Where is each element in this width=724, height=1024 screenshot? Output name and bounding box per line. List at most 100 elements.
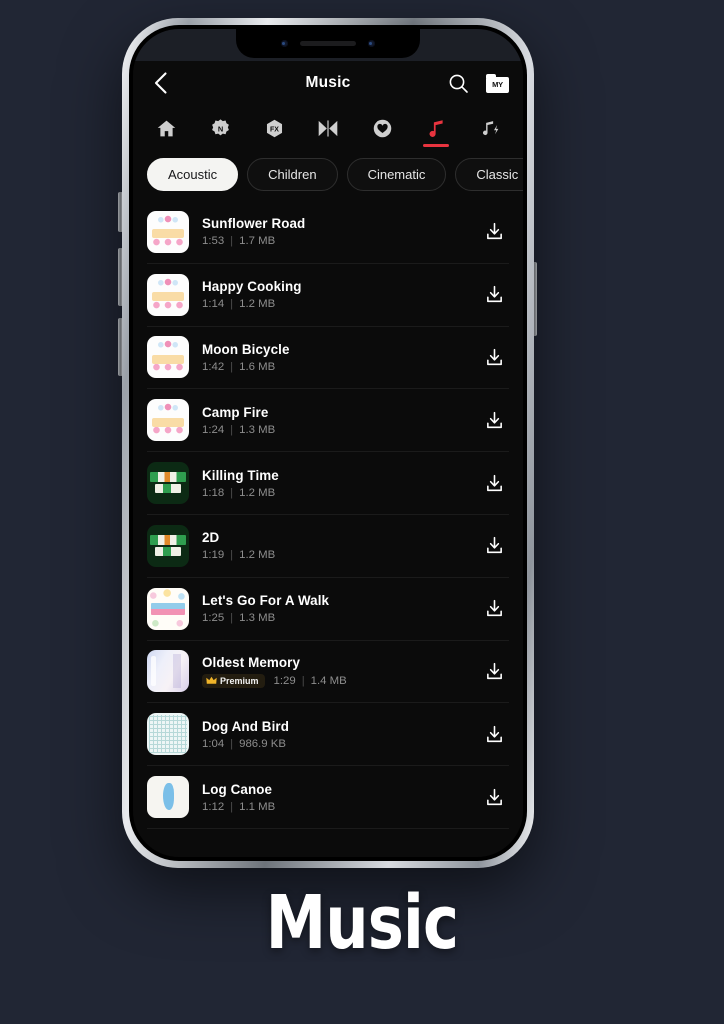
category-tabbar: N FX <box>133 105 523 151</box>
genre-chip-row: Acoustic Children Cinematic Classic <box>133 151 523 201</box>
crown-icon <box>206 677 217 685</box>
list-item[interactable]: Log Canoe 1:12 | 1.1 MB <box>147 766 509 829</box>
download-icon <box>486 788 502 805</box>
song-meta: Moon Bicycle 1:42 | 1.6 MB <box>202 342 466 373</box>
separator: | <box>230 612 234 625</box>
download-icon <box>486 474 502 491</box>
song-duration: 1:25 <box>202 612 225 625</box>
song-meta: Camp Fire 1:24 | 1.3 MB <box>202 405 466 436</box>
list-item[interactable]: Dog And Bird 1:04 | 986.9 KB <box>147 703 509 767</box>
list-item[interactable]: Sunflower Road 1:53 | 1.7 MB <box>147 201 509 264</box>
separator: | <box>301 674 305 687</box>
album-art <box>147 713 189 756</box>
my-folder-label: MY <box>492 80 503 89</box>
song-meta: Oldest Memory Premium 1:29 | 1.4 MB <box>202 655 466 688</box>
music-note-icon <box>429 119 443 137</box>
download-button[interactable] <box>479 719 509 749</box>
song-size: 1.2 MB <box>239 549 276 562</box>
album-art <box>147 776 189 819</box>
separator: | <box>230 737 234 750</box>
tab-sound-effects[interactable] <box>463 105 517 151</box>
home-icon <box>157 120 175 136</box>
separator: | <box>230 423 234 436</box>
music-app: Music MY N FX Acoustic Children Cinemati… <box>133 29 523 857</box>
premium-label: Premium <box>220 675 259 686</box>
tab-fx[interactable]: FX <box>247 105 301 151</box>
chip-acoustic[interactable]: Acoustic <box>147 158 239 191</box>
song-sub: 1:53 | 1.7 MB <box>202 235 466 247</box>
download-button[interactable] <box>479 217 509 247</box>
my-folder-button[interactable]: MY <box>486 73 509 93</box>
song-duration: 1:04 <box>202 737 225 750</box>
heart-icon <box>373 119 391 137</box>
phone-bezel: Music MY N FX Acoustic Children Cinemati… <box>129 25 527 861</box>
song-sub: Premium 1:29 | 1.4 MB <box>202 673 466 688</box>
song-list[interactable]: Sunflower Road 1:53 | 1.7 MB Happy Cooki… <box>133 201 523 857</box>
song-duration: 1:53 <box>202 235 225 248</box>
song-meta: Log Canoe 1:12 | 1.1 MB <box>202 782 466 813</box>
tab-new[interactable]: N <box>193 105 247 151</box>
phone-notch <box>236 29 420 58</box>
song-sub: 1:25 | 1.3 MB <box>202 612 466 624</box>
tab-music[interactable] <box>409 105 463 151</box>
download-button[interactable] <box>479 656 509 686</box>
tab-transition[interactable] <box>301 105 355 151</box>
song-title: Oldest Memory <box>202 654 301 670</box>
song-sub: 1:14 | 1.2 MB <box>202 298 466 310</box>
song-size: 1.4 MB <box>310 674 347 687</box>
album-art <box>147 587 189 630</box>
song-title: Happy Cooking <box>202 279 302 295</box>
list-item[interactable]: Camp Fire 1:24 | 1.3 MB <box>147 389 509 453</box>
chip-cinematic[interactable]: Cinematic <box>346 158 447 191</box>
caption-title: Music <box>265 880 459 966</box>
earpiece-speaker <box>300 41 356 46</box>
song-sub: 1:42 | 1.6 MB <box>202 361 466 373</box>
song-size: 1.6 MB <box>239 360 276 373</box>
song-duration: 1:42 <box>202 360 225 373</box>
separator: | <box>230 800 234 813</box>
album-art <box>147 210 189 253</box>
new-badge-icon: N <box>211 118 229 135</box>
download-button[interactable] <box>479 594 509 624</box>
song-meta: 2D 1:19 | 1.2 MB <box>202 530 466 561</box>
chevron-left-icon <box>154 72 167 94</box>
list-item[interactable]: Moon Bicycle 1:42 | 1.6 MB <box>147 327 509 390</box>
list-item[interactable]: Happy Cooking 1:14 | 1.2 MB <box>147 264 509 327</box>
song-sub: 1:12 | 1.1 MB <box>202 801 466 813</box>
download-button[interactable] <box>479 468 509 498</box>
tab-favorites[interactable] <box>355 105 409 151</box>
tab-home[interactable] <box>139 105 193 151</box>
download-button[interactable] <box>479 531 509 561</box>
download-button[interactable] <box>479 782 509 812</box>
download-icon <box>486 662 502 680</box>
list-item[interactable]: Killing Time 1:18 | 1.2 MB <box>147 452 509 515</box>
app-header: Music MY <box>133 61 523 105</box>
song-duration: 1:18 <box>202 486 225 499</box>
song-title: 2D <box>202 530 220 546</box>
song-duration: 1:24 <box>202 423 225 436</box>
list-item[interactable]: Let's Go For A Walk 1:25 | 1.3 MB <box>147 578 509 641</box>
svg-text:FX: FX <box>270 126 279 133</box>
download-icon <box>486 411 502 428</box>
list-item[interactable]: 2D 1:19 | 1.2 MB <box>147 515 509 578</box>
download-button[interactable] <box>479 280 509 310</box>
song-duration: 1:29 <box>273 674 296 687</box>
song-title: Sunflower Road <box>202 216 306 232</box>
song-meta: Sunflower Road 1:53 | 1.7 MB <box>202 216 466 247</box>
list-item[interactable]: Oldest Memory Premium 1:29 | 1.4 MB <box>147 641 509 704</box>
front-camera-icon <box>281 40 288 47</box>
song-meta: Killing Time 1:18 | 1.2 MB <box>202 468 466 499</box>
download-icon <box>486 223 502 240</box>
song-title: Killing Time <box>202 467 279 483</box>
chip-children[interactable]: Children <box>247 158 338 191</box>
back-button[interactable] <box>147 70 173 96</box>
face-sensor-icon <box>368 40 375 47</box>
search-button[interactable] <box>446 71 470 95</box>
download-button[interactable] <box>479 342 509 372</box>
song-meta: Dog And Bird 1:04 | 986.9 KB <box>202 719 466 750</box>
download-button[interactable] <box>479 405 509 435</box>
chip-classic[interactable]: Classic <box>455 158 523 191</box>
song-size: 1.3 MB <box>239 423 276 436</box>
song-sub: 1:24 | 1.3 MB <box>202 424 466 436</box>
song-meta: Let's Go For A Walk 1:25 | 1.3 MB <box>202 593 466 624</box>
